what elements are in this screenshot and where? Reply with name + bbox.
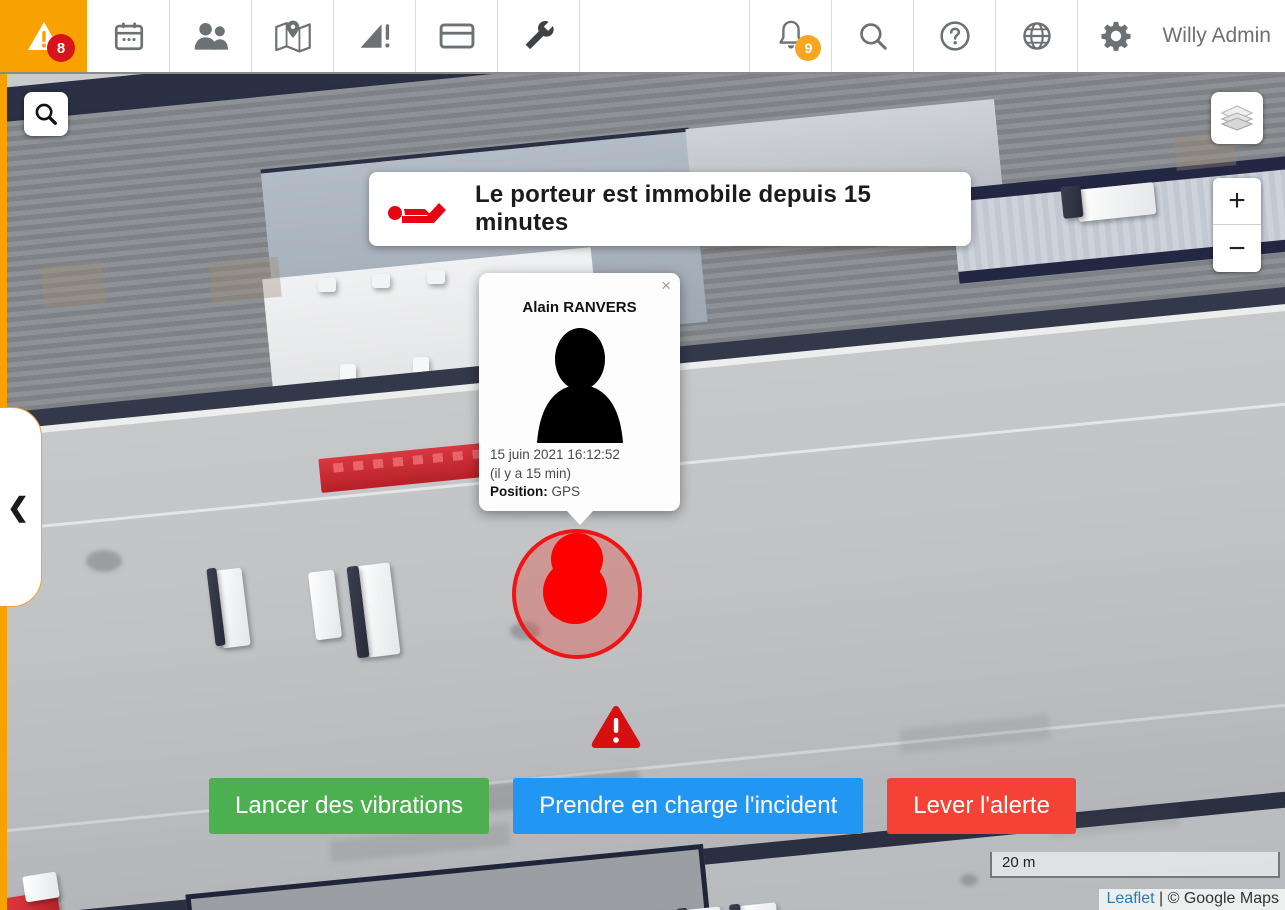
chevron-left-icon: ❮ xyxy=(7,492,29,522)
nav-item-tools[interactable] xyxy=(498,0,580,72)
question-circle-icon xyxy=(940,21,970,51)
nav-item-calendar[interactable] xyxy=(88,0,170,72)
nav-spacer xyxy=(580,0,751,72)
start-vibrations-button[interactable]: Lancer des vibrations xyxy=(209,778,490,834)
popup-position-value: GPS xyxy=(551,483,581,499)
globe-icon xyxy=(1023,22,1051,50)
man-down-icon xyxy=(387,203,446,223)
nav-item-language[interactable] xyxy=(996,0,1079,72)
popup-metadata: 15 juin 2021 16:12:52 (il y a 15 min) Po… xyxy=(490,446,620,501)
dismiss-alert-button[interactable]: Lever l'alerte xyxy=(887,778,1076,834)
sidebar-toggle[interactable]: ❮ xyxy=(0,407,42,607)
map-alert-marker[interactable] xyxy=(590,704,642,755)
alert-banner[interactable]: Le porteur est immobile depuis 15 minute… xyxy=(369,172,971,246)
zoom-out-button[interactable]: − xyxy=(1213,225,1261,272)
person-marker-tail[interactable] xyxy=(545,577,589,621)
app-root: 8 9 Willy Admin ❮ + − Le porteur est imm… xyxy=(0,0,1285,910)
zoom-in-button[interactable]: + xyxy=(1213,178,1261,225)
user-name-label: Willy Admin xyxy=(1162,24,1271,47)
gear-icon xyxy=(1101,21,1132,51)
nav-item-help[interactable] xyxy=(914,0,997,72)
user-menu[interactable]: Willy Admin xyxy=(1154,0,1285,72)
calendar-icon xyxy=(114,22,143,51)
map-attribution: Leaflet | © Google Maps xyxy=(1098,889,1285,910)
nav-item-search[interactable] xyxy=(832,0,915,72)
card-icon xyxy=(439,23,474,49)
person-silhouette-icon xyxy=(536,328,623,443)
popup-person-name: Alain RANVERS xyxy=(522,299,637,316)
map-zoom-controls: + − xyxy=(1213,178,1261,272)
leaflet-link[interactable]: Leaflet xyxy=(1107,890,1155,907)
person-popup: × Alain RANVERS 15 juin 2021 16:12:52 (i… xyxy=(479,273,680,511)
alert-banner-message: Le porteur est immobile depuis 15 minute… xyxy=(474,181,871,236)
nav-item-alerts[interactable]: 8 xyxy=(0,0,88,72)
search-icon xyxy=(860,23,887,50)
avatar xyxy=(479,325,680,443)
map-layers-button[interactable] xyxy=(1211,92,1263,144)
action-button-bar: Lancer des vibrations Prendre en charge … xyxy=(0,778,1285,834)
nav-item-settings[interactable] xyxy=(1078,0,1154,72)
take-charge-button[interactable]: Prendre en charge l'incident xyxy=(513,778,864,834)
nav-item-signal[interactable] xyxy=(334,0,416,72)
nav-item-devices[interactable] xyxy=(416,0,498,72)
search-icon xyxy=(35,103,57,125)
map-container[interactable]: ❮ + − Le porteur est immobile depuis 15 … xyxy=(0,74,1285,910)
map-search-button[interactable] xyxy=(24,92,68,136)
popup-timestamp: 15 juin 2021 16:12:52 xyxy=(490,447,620,463)
map-scale-bar: 20 m xyxy=(990,852,1280,878)
alerts-badge: 8 xyxy=(47,34,75,62)
attribution-text: | © Google Maps xyxy=(1154,890,1279,907)
popup-position-label: Position: xyxy=(490,483,548,499)
people-icon xyxy=(194,22,228,50)
nav-item-notifications[interactable]: 9 xyxy=(750,0,833,72)
nav-item-users[interactable] xyxy=(170,0,252,72)
top-navigation-bar: 8 9 Willy Admin xyxy=(0,0,1285,74)
signal-alert-icon xyxy=(360,24,390,48)
map-pin-icon xyxy=(274,20,311,53)
wrench-icon xyxy=(525,21,554,50)
popup-close-button[interactable]: × xyxy=(661,277,671,294)
notifications-badge: 9 xyxy=(795,35,822,61)
popup-relative-time: (il y a 15 min) xyxy=(490,465,572,481)
nav-item-map[interactable] xyxy=(252,0,334,72)
layers-icon xyxy=(1220,105,1254,131)
warning-triangle-icon xyxy=(591,706,641,748)
